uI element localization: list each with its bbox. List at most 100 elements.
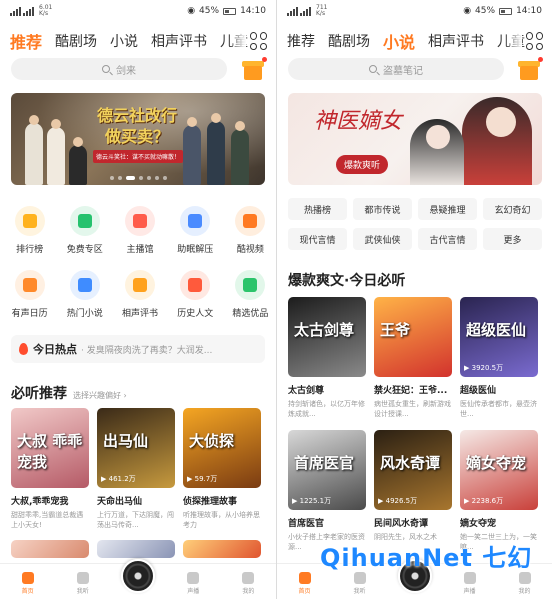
genre-chip[interactable]: 热播榜 [288,198,347,220]
player-disc-icon[interactable] [121,559,155,593]
book-card[interactable]: 出马仙 ▶ 461.2万 天命出马仙 上行万道，下达阴魔，闯荡出马传奇... [97,408,175,530]
book-cover: 出马仙 ▶ 461.2万 [97,408,175,488]
quick-entry-row-1: 排行榜 免费专区 主播馆 助眠解压 酷视频 [0,206,276,255]
nav-listen[interactable]: 我听 [55,564,110,599]
quick-entry-book[interactable]: 热门小说 [59,270,110,319]
tab-theater[interactable]: 酷剧场 [55,31,97,51]
quick-entry-history[interactable]: 历史人文 [170,270,221,319]
phone-home-screen: 6.01K/s ◉ 45% 14:10 推荐 酷剧场 小说 相声评书 儿童 剑来… [0,0,276,599]
quick-entry-fan[interactable]: 相声评书 [114,270,165,319]
tab-recommend[interactable]: 推荐 [287,31,315,51]
book-card-partial[interactable] [183,540,261,558]
eye-icon: ◉ [463,6,472,16]
phone-novel-screen: 711K/s ◉ 45% 14:10 推荐 酷剧场 小说 相声评书 儿童 盗墓笔… [276,0,552,599]
quick-entry-diamond[interactable]: 精选优品 [225,270,276,319]
nav-broadcast[interactable]: 声播 [166,564,221,599]
quick-entry-label: 历史人文 [177,309,214,319]
quick-entry-ranking[interactable]: 排行榜 [4,206,55,255]
banner-cta[interactable]: 爆款爽听 [336,155,389,174]
tab-theater[interactable]: 酷剧场 [328,31,370,51]
genre-chip[interactable]: 玄幻奇幻 [483,198,542,220]
cover-title: 首席医官 [294,454,355,472]
ranking-icon [14,206,45,236]
book-card-partial[interactable] [11,540,89,558]
hot-news-bar[interactable]: 今日热点 · 发臭隔夜肉洗了再卖？大润发... [11,335,265,363]
book-card[interactable]: 太古剑尊 太古剑尊 持剑斩诸色，以亿万年修炼成就... [288,297,366,419]
genre-chip[interactable]: 更多 [483,228,542,250]
book-cover: 王爷 [374,297,452,377]
cover-title: 大叔 乖乖宠我 [17,432,83,471]
listen-icon [353,572,366,584]
quick-entry-video[interactable]: 酷视频 [225,206,276,255]
search-placeholder: 盗墓笔记 [383,65,423,77]
book-card[interactable]: 大侦探 ▶ 59.7万 侦探推理故事 听推理故事，从小培养思考力 [183,408,261,530]
signal-icon [300,6,311,16]
category-grid-icon[interactable] [526,32,544,50]
tab-novel[interactable]: 小说 [110,31,138,51]
book-card[interactable]: 超级医仙 ▶ 3920.5万 超级医仙 医仙传承者都市，悬壶济世... [460,297,538,419]
quick-entry-label: 相声评书 [122,309,159,319]
mine-icon [242,572,255,584]
play-count-value: 461.2万 [108,475,136,483]
fan-icon [125,270,155,300]
promo-banner[interactable]: 神医嫡女 爆款爽听 [288,93,542,185]
cover-title: 超级医仙 [466,321,527,339]
book-title: 侦探推理故事 [183,497,238,507]
play-count-value: 59.7万 [194,475,218,483]
interest-preference-link[interactable]: 选择兴趣偏好 › [73,391,127,400]
genre-chip[interactable]: 现代言情 [288,228,347,250]
quick-entry-anchor[interactable]: 主播馆 [114,206,165,255]
nav-mine[interactable]: 我的 [221,564,276,599]
hot-book-list-2: 首席医官 ▶ 1225.1万 首席医官 小伙子搭上李老家的医资源... 风水奇谭 ▶ 49… [288,430,538,552]
promo-banner[interactable]: 德云社改行做买卖？ 德云斗笑社：谋不买就动嘛散！ [11,93,265,185]
quick-entry-free-tag[interactable]: 免费专区 [59,206,110,255]
category-grid-icon[interactable] [250,32,268,50]
tab-novel[interactable]: 小说 [383,29,415,53]
home-icon [298,572,311,584]
book-title: 超级医仙 [460,386,497,396]
play-count: ▶ 2238.6万 [464,496,503,506]
tab-crosstalk[interactable]: 相声评书 [428,31,484,51]
play-icon: ▶ [464,364,472,372]
book-cover: 大侦探 ▶ 59.7万 [183,408,261,488]
book-card[interactable]: 嫡女夺宠 ▶ 2238.6万 嫡女夺宠 她一笑二世三上为，一笑嘛... [460,430,538,552]
watermark: QihuanNet 七幻 [320,544,533,572]
banner-pager [11,176,265,180]
nav-label: 我听 [353,588,366,595]
search-input[interactable]: 盗墓笔记 [288,58,504,80]
tab-recommend[interactable]: 推荐 [10,29,42,53]
search-input[interactable]: 剑来 [11,58,227,80]
play-count: ▶ 461.2万 [101,474,136,484]
book-card[interactable]: 大叔 乖乖宠我 大叔,乖乖宠我 甜甜乖乖,当霸道总裁遇上小天女! [11,408,89,530]
net-speed: 711 K/s [316,5,327,17]
search-placeholder: 剑来 [116,65,136,77]
genre-chip[interactable]: 武侠仙侠 [353,228,412,250]
banner-title: 德云社改行做买卖？ [97,106,178,146]
book-card-partial[interactable] [97,540,175,558]
nav-home[interactable]: 首页 [0,564,55,599]
tab-crosstalk[interactable]: 相声评书 [151,31,207,51]
gift-icon[interactable] [242,57,267,80]
book-card[interactable]: 首席医官 ▶ 1225.1万 首席医官 小伙子搭上李老家的医资源... [288,430,366,552]
book-cover: 超级医仙 ▶ 3920.5万 [460,297,538,377]
book-card[interactable]: 王爷 禁火狂妃：王爷... 病世孤女重生，刷新游戏设计授课... [374,297,452,419]
quick-entry-moon[interactable]: 助眠解压 [170,206,221,255]
search-icon [369,65,377,73]
genre-chip[interactable]: 都市传说 [353,198,412,220]
book-title: 首席医官 [288,519,325,529]
gift-icon[interactable] [518,57,543,80]
nav-label: 声播 [187,588,200,595]
play-count-value: 4926.5万 [385,497,418,505]
play-count: ▶ 59.7万 [187,474,217,484]
section-title-must-listen: 必听推荐 选择兴趣偏好 › [11,383,127,403]
status-bar: 6.01 K/s ◉ 45% 14:10 [0,0,276,22]
book-card[interactable]: 风水奇谭 ▶ 4926.5万 民间风水奇谭 阴阳先生，风水之术 [374,430,452,552]
genre-chip[interactable]: 悬疑推理 [418,198,477,220]
quick-entry-label: 排行榜 [16,245,44,255]
section-title-text: 必听推荐 [11,386,67,402]
quick-entry-calendar[interactable]: 有声日历 [4,270,55,319]
book-cover: 大叔 乖乖宠我 [11,408,89,488]
book-title: 大叔,乖乖宠我 [11,497,69,507]
quick-entry-label: 酷视频 [236,245,264,255]
genre-chip[interactable]: 古代言情 [418,228,477,250]
